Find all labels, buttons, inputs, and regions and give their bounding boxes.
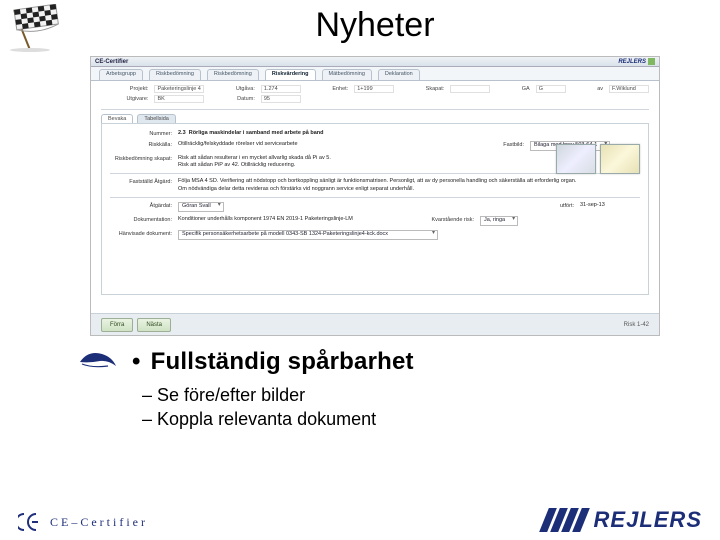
utfort-value: 31-sep-13 [580,202,640,209]
tab-deklaration[interactable]: Deklaration [378,69,420,80]
meta-skapat-value [450,85,490,93]
meta-projekt-value: Paketeringslinje 4 [154,85,204,93]
fastst-line1: Följa MSA 4 SD. Verifiering att nödstopp… [178,178,640,185]
sub-tabs: Bevaka Tabellsida [91,112,659,123]
brand-small: REJLERS [618,59,646,65]
meta-grid: Projekt: Paketeringslinje 4 Utgåva: 1.27… [91,81,659,107]
app-footer: Förra Nästa Risk 1-42 [91,313,659,335]
tab-matbedomning[interactable]: Mätbedömning [322,69,372,80]
fastst-label: Fastställd Åtgärd: [110,178,172,185]
riskkalla-value: Otillräcklig/felskyddade rörelser vid se… [178,141,478,148]
bullet-main: •Fullständig spårbarhet [132,348,414,376]
fastbild-label: Fastbild: [484,141,524,148]
riskbed-label: Riskbedömning skapat: [110,155,172,162]
rejlers-text: REJLERS [594,507,702,533]
pager-text: Risk 1-42 [624,322,649,328]
nummer-label: Nummer: [110,130,172,137]
utfort-label: utfört: [544,202,574,209]
status-square-icon [648,58,655,65]
meta-enhet-label: Enhet: [307,86,348,92]
ce-certifier-text: C E – C e r t i f i e r [50,515,145,530]
kvar-select[interactable]: Ja, ringa [480,216,518,226]
detail-panel: Nummer: 2.3 Rörliga maskindelar i samban… [101,123,649,295]
primary-tabs: Arbetsgrupp Riskbedömning Riskbedömning … [91,67,659,81]
meta-datum-label: Datum: [210,96,254,102]
tab-riskbedomning[interactable]: Riskbedömning [149,69,201,80]
meta-utgava-label: Utgåva: [210,86,254,92]
meta-utgava-value: 1.274 [261,85,301,93]
meta-ga-value: G [536,85,566,93]
rejlers-logo: REJLERS [544,508,702,532]
next-button[interactable]: Nästa [137,318,171,332]
app-screenshot: CE-Certifier REJLERS Arbetsgrupp Riskbed… [90,56,660,336]
riskbed-line2: Risk att sådan PiP av 42. Otillräcklig r… [178,162,468,169]
tab-riskvardering[interactable]: Riskvärdering [265,69,316,80]
swoosh-icon [78,346,118,377]
subtab-tabellsida[interactable]: Tabellsida [137,114,175,123]
tab-arbetsgrupp[interactable]: Arbetsgrupp [99,69,143,80]
meta-skapat-label: Skapat: [400,86,444,92]
thumb-before-icon[interactable] [556,144,596,174]
sub-bullet-2: – Koppla relevanta dokument [142,407,680,431]
tab-riskbedomning-2[interactable]: Riskbedömning [207,69,259,80]
meta-ga-label: GA [496,86,529,92]
thumbnails [556,144,640,174]
ce-certifier-logo: C E – C e r t i f i e r [18,512,145,532]
dok-value: Konditioner underhålls komponent 1974 EN… [178,216,398,223]
subtab-bevaka[interactable]: Bevaka [101,114,133,123]
atgardat-select[interactable]: Göran Svall [178,202,224,212]
meta-enhet-value: 1+199 [354,85,394,93]
meta-utgivare-label: Utgivare: [101,96,148,102]
meta-utgivare-value: BK [154,95,204,103]
hanvis-label: Hänvisade dokument: [110,230,172,237]
app-title: CE-Certifier [95,59,128,65]
nummer-desc: Rörliga maskindelar i samband med arbete… [189,130,324,136]
thumb-after-icon[interactable] [600,144,640,174]
meta-datum-value: 95 [261,95,301,103]
prev-button[interactable]: Förra [101,318,133,332]
sub-bullet-1: – Se före/efter bilder [142,383,680,407]
nummer-value: 2.3 [178,130,186,136]
kvar-label: Kvarstående risk: [404,216,474,223]
checkered-flag-icon [0,4,90,52]
meta-av-label: av [572,86,603,92]
riskkalla-label: Riskkälla: [110,141,172,148]
dok-label: Dokumentation: [110,216,172,223]
hanvis-select[interactable]: Specifik personsäkerhetsarbete på modell… [178,230,438,240]
meta-projekt-label: Projekt: [101,86,148,92]
atgardat-label: Åtgärdat: [110,202,172,209]
app-titlebar: CE-Certifier REJLERS [91,57,659,67]
meta-av-value: F.Wiklund [609,85,649,93]
fastst-line2: Om nödvändiga delar detta revideras och … [178,186,640,193]
slide-title: Nyheter [90,6,660,45]
